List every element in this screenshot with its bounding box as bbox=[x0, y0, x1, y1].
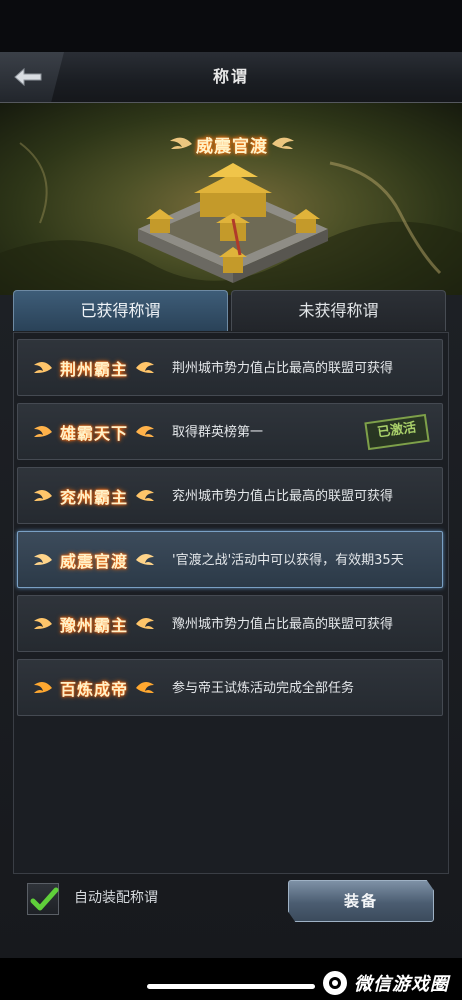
title-description: '官渡之战'活动中可以获得，有效期35天 bbox=[172, 552, 404, 568]
title-row-yuzhou[interactable]: 豫州霸主 豫州城市势力值占比最高的联盟可获得 bbox=[17, 595, 443, 652]
auto-equip-label: 自动装配称谓 bbox=[74, 890, 158, 906]
title-row-yanzhou[interactable]: 兖州霸主 兖州城市势力值占比最高的联盟可获得 bbox=[17, 467, 443, 524]
tab-bar: 已获得称谓 未获得称谓 bbox=[13, 290, 447, 332]
castle-illustration bbox=[138, 163, 328, 283]
title-name: 豫州霸主 bbox=[59, 616, 128, 635]
flourish-icon bbox=[136, 681, 154, 693]
home-indicator[interactable] bbox=[147, 984, 315, 989]
flourish-icon bbox=[136, 425, 154, 437]
hero-title-badge: 威震官渡 bbox=[168, 127, 296, 161]
title-description: 参与帝王试炼活动完成全部任务 bbox=[172, 680, 355, 696]
watermark-text: 微信游戏圈 bbox=[354, 974, 449, 995]
tab-not-obtained[interactable]: 未获得称谓 bbox=[231, 290, 446, 331]
title-row-xiongba[interactable]: 雄霸天下 取得群英榜第一 已激活 bbox=[17, 403, 443, 460]
watermark-logo-icon bbox=[323, 971, 347, 995]
flourish-icon bbox=[34, 553, 52, 565]
page-title: 称谓 bbox=[212, 67, 249, 86]
title-description: 荆州城市势力值占比最高的联盟可获得 bbox=[172, 360, 394, 376]
title-name: 百炼成帝 bbox=[59, 680, 128, 699]
flourish-icon bbox=[34, 361, 52, 373]
flourish-icon bbox=[34, 681, 52, 693]
header: 称谓 bbox=[0, 52, 462, 103]
title-badge: 威震官渡 bbox=[32, 544, 156, 576]
title-row-bailian[interactable]: 百炼成帝 参与帝王试炼活动完成全部任务 bbox=[17, 659, 443, 716]
title-name: 荆州霸主 bbox=[59, 360, 128, 379]
flourish-icon bbox=[170, 137, 192, 149]
title-badge: 兖州霸主 bbox=[32, 480, 156, 512]
equip-button[interactable]: 装备 bbox=[288, 880, 434, 922]
flourish-icon bbox=[34, 489, 52, 501]
flourish-icon bbox=[136, 553, 154, 565]
title-row-jingzhou[interactable]: 荆州霸主 荆州城市势力值占比最高的联盟可获得 bbox=[17, 339, 443, 396]
flourish-icon bbox=[136, 361, 154, 373]
title-description: 豫州城市势力值占比最高的联盟可获得 bbox=[172, 616, 394, 632]
title-description: 兖州城市势力值占比最高的联盟可获得 bbox=[172, 488, 394, 504]
checkmark-icon bbox=[30, 887, 59, 911]
title-name: 雄霸天下 bbox=[59, 424, 128, 443]
flourish-icon bbox=[136, 617, 154, 629]
status-bar bbox=[0, 0, 462, 52]
title-name: 兖州霸主 bbox=[59, 488, 128, 507]
title-row-weizhen[interactable]: 威震官渡 '官渡之战'活动中可以获得，有效期35天 bbox=[17, 531, 443, 588]
title-name: 威震官渡 bbox=[59, 552, 128, 571]
flourish-icon bbox=[136, 489, 154, 501]
tab-obtained[interactable]: 已获得称谓 bbox=[13, 290, 228, 331]
title-badge: 豫州霸主 bbox=[32, 608, 156, 640]
hero-title-text: 威震官渡 bbox=[196, 136, 268, 157]
title-badge: 雄霸天下 bbox=[32, 416, 156, 448]
title-badge: 百炼成帝 bbox=[32, 672, 156, 704]
hero-banner: 威震官渡 bbox=[0, 103, 462, 295]
flourish-icon bbox=[272, 137, 294, 149]
auto-equip-checkbox[interactable] bbox=[27, 883, 59, 915]
flourish-icon bbox=[34, 617, 52, 629]
title-badge: 荆州霸主 bbox=[32, 352, 156, 384]
flourish-icon bbox=[34, 425, 52, 437]
watermark: 微信游戏圈 bbox=[322, 970, 449, 996]
